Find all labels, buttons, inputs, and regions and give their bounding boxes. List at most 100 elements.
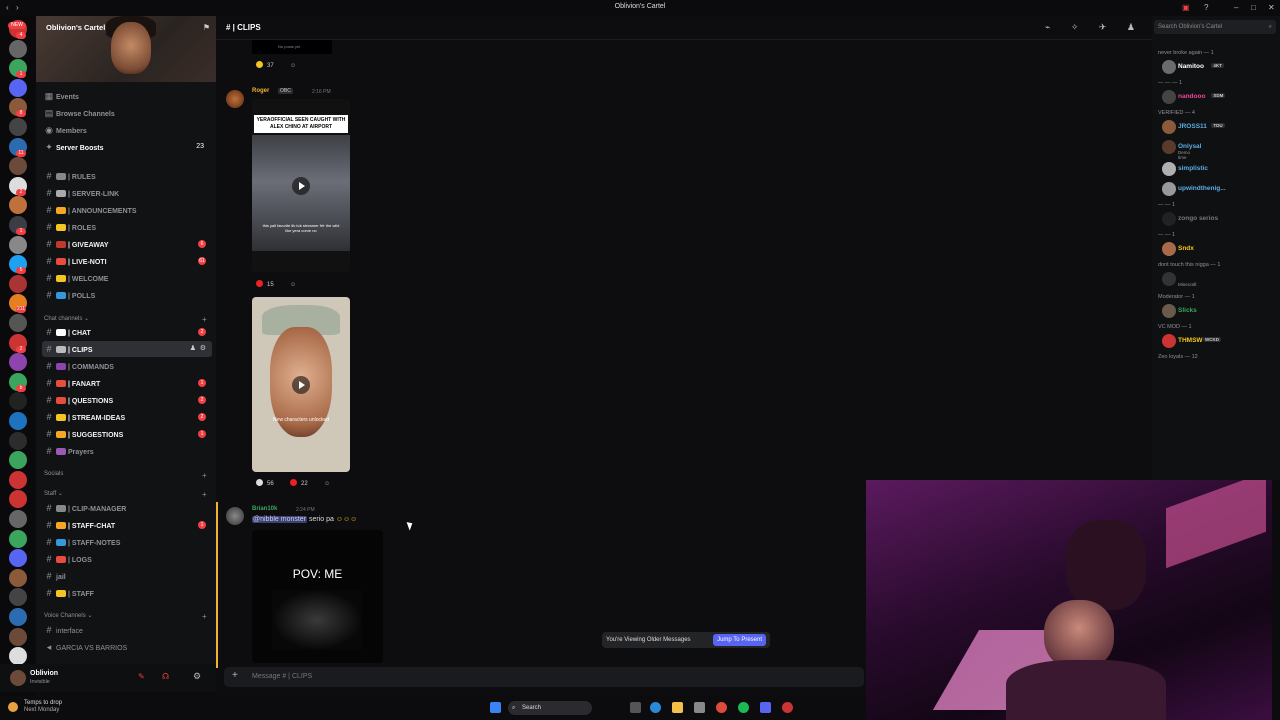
chrome-icon[interactable]: [716, 702, 727, 713]
video-embed[interactable]: POV: ME: [252, 530, 383, 663]
play-icon[interactable]: [292, 375, 310, 394]
taskbar-weather[interactable]: Temps to drop Next Monday: [0, 696, 120, 720]
message-author[interactable]: Brian10k: [252, 506, 277, 512]
server-icon[interactable]: [9, 392, 27, 411]
back-icon[interactable]: ‹: [6, 3, 9, 12]
video-embed[interactable]: YERAOFFICIAL SEEN CAUGHT WITH ALEX CHINO…: [252, 99, 350, 272]
channel-welcome[interactable]: # | WELCOME: [42, 270, 212, 286]
reaction[interactable]: 15: [256, 279, 274, 291]
channel-clip-manager[interactable]: # | CLIP-MANAGER: [42, 500, 212, 516]
server-icon[interactable]: [9, 196, 27, 215]
voice-channel[interactable]: ◂ GARCIA VS BARRIOS: [42, 639, 212, 655]
menu-item-browse-channels[interactable]: ▤ Browse Channels: [42, 105, 212, 121]
server-icon[interactable]: [9, 412, 27, 430]
header-icons[interactable]: ⌁ ✧ ✈ ♟: [1045, 22, 1144, 33]
channel-chat[interactable]: # | CHAT 2: [42, 324, 212, 340]
spotify-icon[interactable]: [738, 702, 749, 713]
taskbar-search[interactable]: Search ⌕: [508, 701, 592, 715]
channel-giveaway[interactable]: # | GIVEAWAY 6: [42, 236, 212, 252]
server-icon[interactable]: [9, 490, 27, 509]
add-reaction-icon[interactable]: ☺: [324, 478, 330, 490]
mute-icon[interactable]: ✎: [138, 672, 145, 681]
attach-plus-icon[interactable]: +: [232, 670, 238, 681]
avatar[interactable]: [10, 670, 26, 686]
edge-icon[interactable]: [650, 702, 661, 713]
channel-fanart[interactable]: # | FANART 1: [42, 375, 212, 391]
channel-rules[interactable]: # | RULES: [42, 168, 212, 184]
maximize-icon[interactable]: □: [1251, 3, 1256, 12]
server-icon[interactable]: [9, 274, 27, 293]
message-composer[interactable]: + Message # | CLIPS: [224, 667, 864, 687]
server-icon[interactable]: [9, 568, 27, 587]
category-socials[interactable]: Socials +: [44, 471, 207, 480]
task-view-icon[interactable]: [630, 702, 641, 713]
channel-logs[interactable]: # | LOGS: [42, 551, 212, 567]
search-input[interactable]: Search Oblivion's Cartel ⌕: [1154, 20, 1276, 34]
menu-item-members[interactable]: ◉ Members: [42, 122, 212, 138]
category-staff[interactable]: Staff ⌄ +: [44, 490, 207, 499]
server-icon[interactable]: [9, 314, 27, 332]
menu-item-events[interactable]: ▦ Events: [42, 88, 212, 104]
menu-item-server-boosts[interactable]: ✦ Server Boosts 23: [42, 139, 212, 155]
user-mention[interactable]: @nibble monster: [252, 516, 308, 523]
channel-prayers[interactable]: # Prayers: [42, 443, 212, 459]
server-icon[interactable]: [9, 118, 27, 136]
composer-placeholder[interactable]: Message # | CLIPS: [252, 673, 312, 680]
channel-server-link[interactable]: # | SERVER-LINK: [42, 185, 212, 201]
reaction[interactable]: 56: [256, 478, 274, 490]
server-icon[interactable]: [9, 78, 27, 97]
settings-icon[interactable]: ⚙: [193, 671, 201, 682]
channel-live-noti[interactable]: # | LIVE-NOTI 61: [42, 253, 212, 269]
add-reaction-icon[interactable]: ☺: [290, 60, 296, 72]
server-icon[interactable]: [9, 627, 27, 646]
server-icon[interactable]: [9, 431, 27, 450]
video-embed[interactable]: New characters unlocked: [252, 297, 350, 472]
deafen-icon[interactable]: ☊: [162, 672, 169, 681]
avatar[interactable]: [226, 90, 244, 108]
jump-to-present-button[interactable]: Jump To Present: [713, 634, 766, 646]
minimize-icon[interactable]: –: [1234, 3, 1238, 12]
server-icon[interactable]: [9, 451, 27, 470]
channel-suggestions[interactable]: # | SUGGESTIONS 1: [42, 426, 212, 442]
windows-start-icon[interactable]: [490, 702, 501, 713]
channel-clips[interactable]: # | CLIPS ⚙ ♟: [42, 341, 212, 357]
channel-staff-notes[interactable]: # | STAFF-NOTES: [42, 534, 212, 550]
server-icon[interactable]: [9, 39, 27, 58]
store-icon[interactable]: [694, 702, 705, 713]
server-icon[interactable]: [9, 235, 27, 254]
server-icon[interactable]: [9, 647, 27, 666]
reaction[interactable]: 22: [290, 478, 308, 490]
channel-jail[interactable]: # jail: [42, 568, 212, 584]
discord-icon[interactable]: [760, 702, 771, 713]
reaction[interactable]: 37: [256, 60, 274, 72]
server-icon[interactable]: [9, 588, 27, 607]
server-icon[interactable]: [9, 157, 27, 176]
file-explorer-icon[interactable]: [672, 702, 683, 713]
server-icon[interactable]: [9, 470, 27, 489]
channel-staff[interactable]: # | STAFF: [42, 585, 212, 601]
server-icon[interactable]: [9, 510, 27, 528]
help-icon[interactable]: ?: [1204, 3, 1208, 12]
server-icon[interactable]: [9, 353, 27, 372]
channel-commands[interactable]: # | COMMANDS: [42, 358, 212, 374]
forward-icon[interactable]: ›: [16, 3, 19, 12]
server-icon[interactable]: [9, 608, 27, 626]
close-icon[interactable]: ✕: [1268, 3, 1275, 12]
server-name[interactable]: Oblivion's Cartel: [46, 23, 105, 32]
channel-polls[interactable]: # | POLLS: [42, 287, 212, 303]
category-voice[interactable]: Voice Channels ⌄ +: [44, 612, 207, 621]
channel-roles[interactable]: # | ROLES: [42, 219, 212, 235]
channel-announcements[interactable]: # | ANNOUNCEMENTS: [42, 202, 212, 218]
invite-icon[interactable]: ⚑: [203, 23, 210, 32]
category-chat[interactable]: Chat channels ⌄ +: [44, 315, 207, 324]
play-icon[interactable]: [292, 176, 310, 195]
add-reaction-icon[interactable]: ☺: [290, 279, 296, 291]
invite-icon[interactable]: ♟: [190, 341, 196, 357]
channel-stream-ideas[interactable]: # | STREAM-IDEAS 2: [42, 409, 212, 425]
voice-channel[interactable]: # interface: [42, 622, 212, 638]
server-banner[interactable]: Oblivion's Cartel ⚑: [36, 16, 216, 82]
channel-staff-chat[interactable]: # | STAFF-CHAT 1: [42, 517, 212, 533]
server-icon[interactable]: [9, 549, 27, 568]
inbox-icon[interactable]: ▣: [1182, 3, 1190, 12]
avatar[interactable]: [226, 507, 244, 525]
